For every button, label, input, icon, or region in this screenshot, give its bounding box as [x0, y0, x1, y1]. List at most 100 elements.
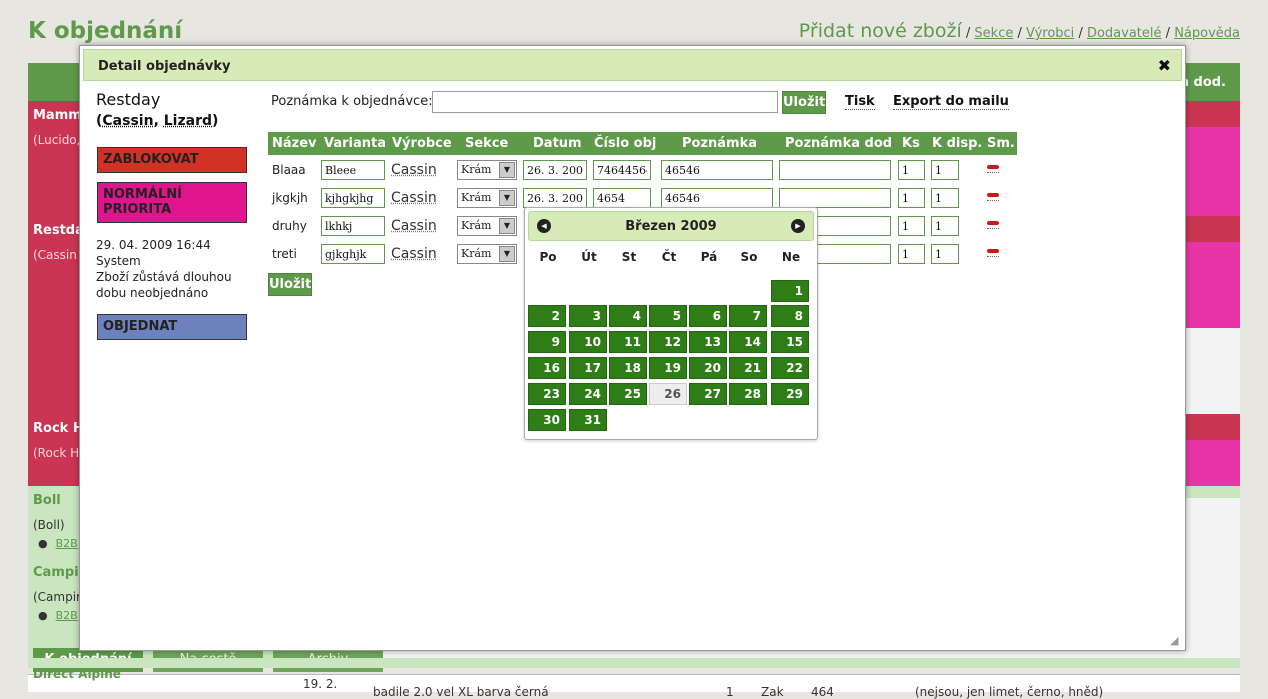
calendar-day[interactable]: 16	[528, 357, 566, 379]
available-input[interactable]	[931, 160, 959, 180]
quantity-input[interactable]	[898, 244, 925, 264]
calendar-day[interactable]: 3	[569, 305, 607, 327]
chevron-right-icon[interactable]: ▶	[791, 219, 805, 233]
calendar-day[interactable]: 26	[649, 383, 687, 405]
order-number-input[interactable]	[593, 188, 651, 208]
makers-link[interactable]: Výrobci	[1026, 26, 1074, 41]
bottom-row-name[interactable]: Direct Alpine	[33, 667, 121, 681]
bg-row-name[interactable]: Campir	[33, 565, 85, 580]
available-input[interactable]	[931, 188, 959, 208]
calendar-day[interactable]: 13	[689, 331, 727, 353]
calendar-day[interactable]: 1	[771, 280, 809, 302]
resize-grip-icon[interactable]: ◢	[1170, 635, 1182, 647]
remove-icon[interactable]	[987, 220, 999, 229]
quantity-input[interactable]	[898, 188, 925, 208]
calendar-day[interactable]: 14	[729, 331, 767, 353]
order-note-input[interactable]	[432, 91, 778, 113]
bg-row-name[interactable]: Restda	[33, 223, 84, 238]
order-button[interactable]: OBJEDNAT	[97, 314, 247, 340]
supplier-note-input[interactable]	[779, 160, 891, 180]
maker-link[interactable]: Cassin	[391, 246, 437, 262]
help-link[interactable]: Nápověda	[1174, 26, 1240, 41]
calendar-day[interactable]: 6	[689, 305, 727, 327]
note-input[interactable]	[661, 188, 773, 208]
available-input[interactable]	[931, 244, 959, 264]
section-select[interactable]: Krám ▼	[457, 188, 517, 208]
calendar-day[interactable]: 19	[649, 357, 687, 379]
date-input[interactable]	[523, 188, 587, 208]
calendar-day[interactable]: 17	[569, 357, 607, 379]
save-items-button[interactable]: Uložit	[268, 273, 312, 296]
item-name: Blaaa	[272, 163, 306, 177]
dialog-titlebar[interactable]: Detail objednávky ✖	[83, 49, 1182, 81]
order-number-input[interactable]	[593, 160, 651, 180]
column-header: Datum	[533, 136, 582, 151]
column-header: Varianta	[324, 136, 387, 151]
section-select[interactable]: Krám ▼	[457, 216, 517, 236]
calendar-day[interactable]: 5	[649, 305, 687, 327]
weekday-label: Čt	[661, 250, 677, 264]
calendar-day[interactable]: 30	[528, 409, 566, 431]
suppliers-link[interactable]: Dodavatelé	[1087, 26, 1162, 41]
calendar-day[interactable]: 28	[729, 383, 767, 405]
section-select[interactable]: Krám ▼	[457, 244, 517, 264]
maker-link[interactable]: Cassin	[391, 162, 437, 178]
add-product-link[interactable]: Přidat nové zboží	[799, 20, 962, 42]
calendar-day[interactable]: 27	[689, 383, 727, 405]
bottom-row-order-no: 464	[811, 685, 834, 699]
calendar-day[interactable]: 18	[609, 357, 647, 379]
calendar-day[interactable]: 2	[528, 305, 566, 327]
section-select[interactable]: Krám ▼	[457, 160, 517, 180]
remove-icon[interactable]	[987, 248, 999, 257]
supplier-note-input[interactable]	[779, 188, 891, 208]
quantity-input[interactable]	[898, 160, 925, 180]
note-input[interactable]	[661, 160, 773, 180]
calendar-day[interactable]: 11	[609, 331, 647, 353]
remove-icon[interactable]	[987, 192, 999, 201]
bg-row-name[interactable]: Mamm	[33, 108, 82, 123]
variant-input[interactable]	[321, 244, 385, 264]
date-input[interactable]	[523, 160, 587, 180]
button-label: NORMÁLNÍ	[103, 187, 182, 202]
bg-row-sub: (Campir	[33, 590, 81, 604]
bg-divider	[28, 658, 1240, 668]
available-input[interactable]	[931, 216, 959, 236]
brand-link[interactable]: Cassin	[102, 113, 153, 129]
quantity-input[interactable]	[898, 216, 925, 236]
bg-row-name[interactable]: Rock H	[33, 421, 84, 436]
calendar-day[interactable]: 15	[771, 331, 809, 353]
block-button[interactable]: ZABLOKOVAT	[97, 147, 247, 173]
calendar-day[interactable]: 29	[771, 383, 809, 405]
maker-link[interactable]: Cassin	[391, 190, 437, 206]
bg-row-name[interactable]: Boll	[33, 493, 61, 508]
save-note-button[interactable]: Uložit	[782, 91, 826, 114]
sections-link[interactable]: Sekce	[974, 26, 1013, 41]
calendar-day[interactable]: 12	[649, 331, 687, 353]
calendar-day[interactable]: 10	[569, 331, 607, 353]
nav-separator: /	[1078, 26, 1083, 41]
calendar-day[interactable]: 31	[569, 409, 607, 431]
variant-input[interactable]	[321, 188, 385, 208]
maker-link[interactable]: Cassin	[391, 218, 437, 234]
export-mail-link[interactable]: Export do mailu	[893, 94, 1009, 110]
brand-link[interactable]: Lizard	[164, 113, 212, 129]
calendar-day[interactable]: 9	[528, 331, 566, 353]
remove-icon[interactable]	[987, 164, 999, 173]
calendar-day[interactable]: 25	[609, 383, 647, 405]
calendar-day[interactable]: 20	[689, 357, 727, 379]
calendar-day[interactable]: 8	[771, 305, 809, 327]
calendar-day[interactable]: 7	[729, 305, 767, 327]
calendar-day[interactable]: 4	[609, 305, 647, 327]
calendar-day[interactable]: 21	[729, 357, 767, 379]
close-icon[interactable]: ✖	[1158, 56, 1171, 75]
normal-priority-button[interactable]: NORMÁLNÍ PRIORITA	[97, 182, 247, 223]
variant-input[interactable]	[321, 216, 385, 236]
calendar-day[interactable]: 22	[771, 357, 809, 379]
weekday-label: Pá	[700, 250, 718, 264]
top-nav: Přidat nové zboží / Sekce / Výrobci / Do…	[799, 20, 1240, 42]
calendar-day[interactable]: 24	[569, 383, 607, 405]
variant-input[interactable]	[321, 160, 385, 180]
print-link[interactable]: Tisk	[845, 94, 875, 110]
bottom-row-who: Zak	[761, 685, 784, 699]
calendar-day[interactable]: 23	[528, 383, 566, 405]
